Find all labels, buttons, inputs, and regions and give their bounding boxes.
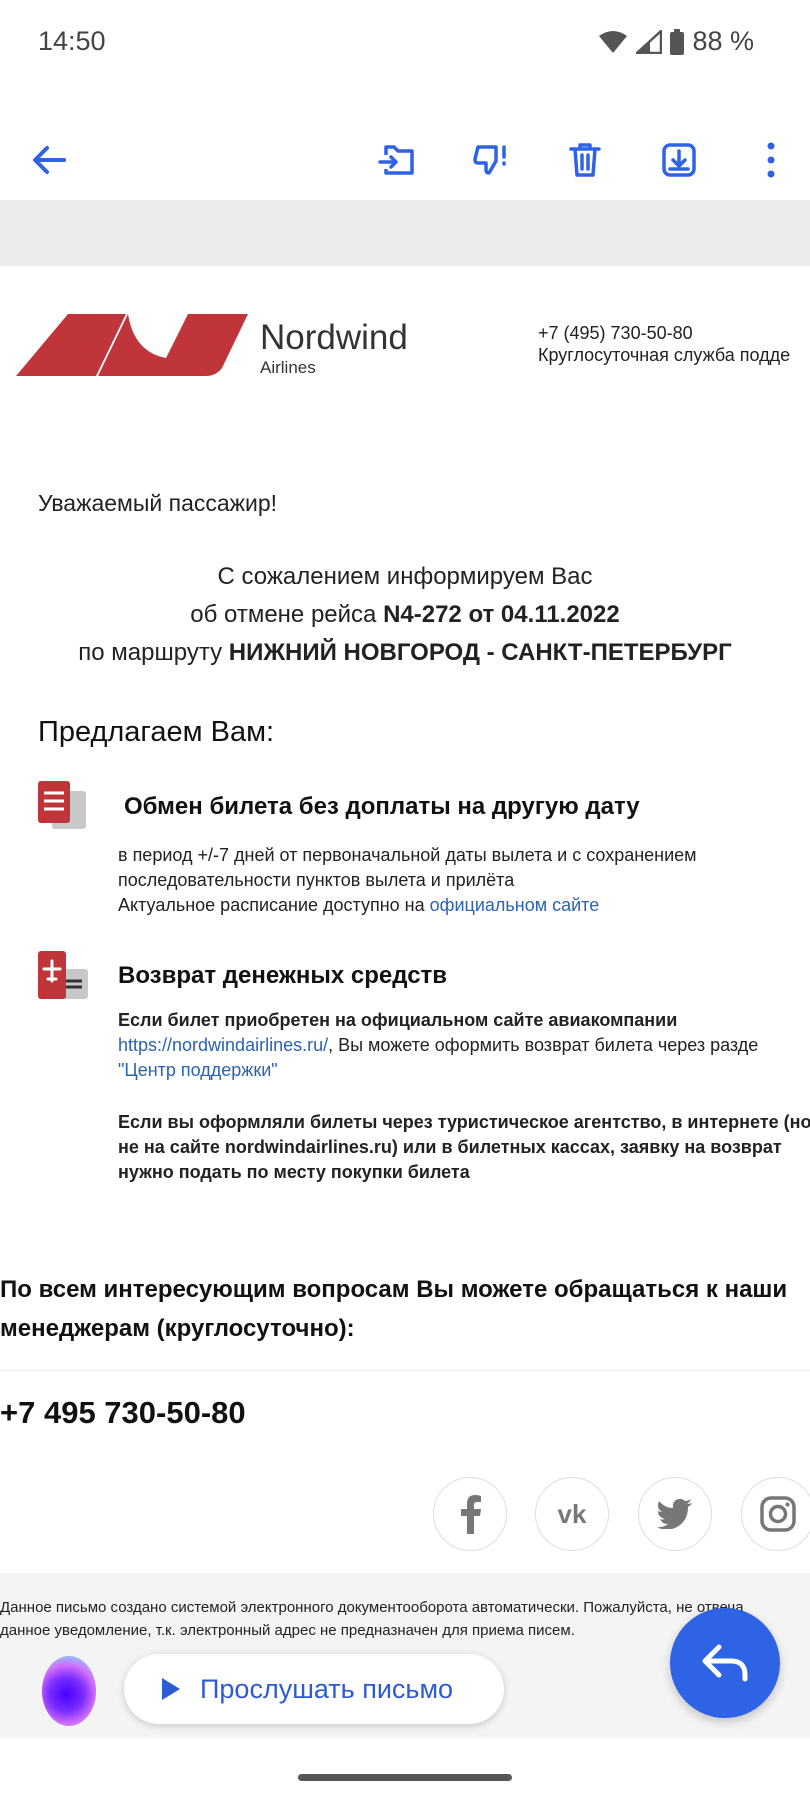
email-header-band (0, 200, 810, 266)
greeting: Уважаемый пассажир! (38, 490, 278, 516)
offer-heading: Предлагаем Вам: (38, 716, 275, 748)
play-icon (162, 1678, 180, 1700)
battery-icon (670, 28, 685, 55)
route-info: НИЖНИЙ НОВГОРОД - САНКТ-ПЕТЕРБУРГ (228, 639, 732, 666)
divider (0, 1370, 810, 1371)
support-service: Круглосуточная служба подде (538, 345, 791, 365)
notice-line-1: С сожалением информируем Вас (217, 563, 593, 590)
instagram-icon[interactable] (741, 1477, 810, 1551)
notice-line-3: по маршруту НИЖНИЙ НОВГОРОД - САНКТ-ПЕТЕ… (78, 639, 732, 666)
nordwind-logo: Nordwind Airlines (16, 312, 446, 378)
report-spam-icon[interactable] (466, 135, 516, 185)
option-exchange-text: в период +/-7 дней от первоначальной дат… (118, 845, 697, 915)
option-refund-text-1: Если билет приобретен на официальном сай… (118, 1008, 758, 1083)
support-center-link[interactable]: "Центр поддержки" (118, 1058, 758, 1083)
option-refund-title: Возврат денежных средств (118, 962, 448, 989)
more-icon[interactable] (746, 135, 796, 185)
reply-button[interactable] (670, 1608, 780, 1718)
system-nav-bar (0, 1738, 810, 1800)
brand-sub: Airlines (260, 358, 316, 377)
facebook-icon[interactable] (433, 1477, 507, 1551)
home-gesture-handle[interactable] (298, 1774, 512, 1781)
vk-icon[interactable]: vk (535, 1477, 609, 1551)
wifi-icon (599, 30, 628, 53)
listen-email-button[interactable]: Прослушать письмо (124, 1654, 504, 1724)
support-phone[interactable]: +7 (495) 730-50-80 (538, 322, 790, 344)
nordwind-site-link[interactable]: https://nordwindairlines.ru/ (118, 1035, 328, 1055)
archive-icon[interactable] (654, 135, 704, 185)
signal-icon (636, 29, 663, 54)
footer-disclaimer: Данное письмо создано системой электронн… (0, 1599, 744, 1639)
official-site-link[interactable]: официальном сайте (430, 895, 600, 915)
reply-icon (702, 1644, 748, 1682)
status-time: 14:50 (38, 26, 106, 56)
option-refund-text-2: Если вы оформляли билеты через туристиче… (118, 1112, 810, 1182)
questions-text: По всем интересующим вопросам Вы можете … (0, 1276, 788, 1342)
back-arrow-icon[interactable] (24, 135, 74, 185)
phone-number[interactable]: +7 495 730-50-80 (0, 1395, 246, 1431)
notice-line-2: об отмене рейса N4-272 от 04.11.2022 (190, 601, 620, 628)
battery-level: 88 % (692, 26, 754, 56)
document-icon (38, 781, 86, 829)
status-icons: 88 % (598, 26, 754, 57)
listen-label: Прослушать письмо (200, 1673, 454, 1704)
flight-info: N4-272 от 04.11.2022 (383, 601, 620, 628)
brand-name: Nordwind (260, 318, 408, 357)
assistant-orb-icon[interactable] (42, 1656, 96, 1726)
option-exchange-title: Обмен билета без доплаты на другую дату (124, 793, 640, 820)
twitter-icon[interactable] (638, 1477, 712, 1551)
move-to-icon[interactable] (372, 135, 422, 185)
delete-icon[interactable] (560, 135, 610, 185)
refund-ticket-icon (38, 951, 88, 999)
support-contact: +7 (495) 730-50-80 Круглосуточная служба… (538, 322, 790, 366)
